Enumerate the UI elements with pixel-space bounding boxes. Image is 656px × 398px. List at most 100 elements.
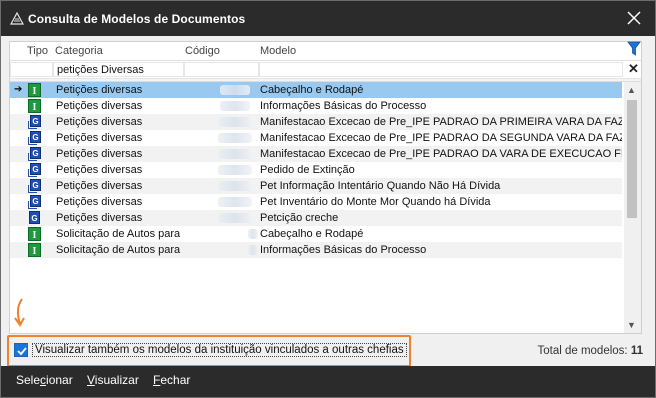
close-icon[interactable] xyxy=(625,9,643,27)
select-button[interactable]: Selecionar xyxy=(16,373,73,387)
svg-text:I: I xyxy=(33,230,37,241)
type-g-icon: G xyxy=(28,179,41,193)
table-row[interactable]: G Petições diversas Manifestacao Excecao… xyxy=(10,114,622,130)
dialog-body: Tipo Categoria Código Modelo petições Di… xyxy=(1,36,655,367)
row-categoria: Solicitação de Autos para xyxy=(56,244,181,256)
total-models: Total de modelos: 11 xyxy=(537,345,643,357)
checkmark-icon xyxy=(17,347,27,356)
svg-text:I: I xyxy=(33,86,37,97)
row-modelo: Pet Inventário do Monte Mor Quando há Dí… xyxy=(260,196,491,208)
grid-rows: ➔ I Petições diversas Cabeçalho e Rodapé… xyxy=(10,82,622,333)
svg-text:I: I xyxy=(33,246,37,257)
scroll-thumb[interactable] xyxy=(627,100,637,218)
row-modelo: Cabeçalho e Rodapé xyxy=(260,84,364,96)
view-button-label: isualizar xyxy=(94,373,139,387)
table-row[interactable]: G Petições diversas Manifestacao Excecao… xyxy=(10,130,622,146)
document-stack-icon xyxy=(10,12,24,25)
row-codigo-redacted xyxy=(218,197,252,207)
row-modelo: Petcição creche xyxy=(260,212,339,224)
row-categoria: Petições diversas xyxy=(56,164,143,176)
type-g-icon: G xyxy=(28,131,41,145)
row-modelo: Pet Informação Intentário Quando Não Há … xyxy=(260,180,501,192)
table-row[interactable]: I Solicitação de Autos para Cabeçalho e … xyxy=(10,226,622,242)
orange-arrow-down-icon xyxy=(14,298,25,327)
select-button-label-a: Sele xyxy=(16,373,41,387)
table-row[interactable]: ➔ I Petições diversas Cabeçalho e Rodapé xyxy=(10,82,622,98)
row-modelo: Informações Básicas do Processo xyxy=(260,244,427,256)
models-grid: Tipo Categoria Código Modelo petições Di… xyxy=(9,41,642,334)
type-i-icon: I xyxy=(28,99,41,113)
filter-codigo-input[interactable] xyxy=(184,62,259,77)
row-codigo-redacted xyxy=(218,213,252,223)
show-linked-models-label[interactable]: Visualizar também os modelos da institui… xyxy=(32,343,407,357)
row-modelo: Manifestacao Excecao de Pre_IPE PADRAO D… xyxy=(260,116,622,128)
row-codigo-redacted xyxy=(248,229,258,239)
row-categoria: Petições diversas xyxy=(56,116,143,128)
row-codigo-redacted xyxy=(220,85,250,95)
column-header-categoria[interactable]: Categoria xyxy=(55,45,103,57)
vertical-scrollbar[interactable]: ▲ ▼ xyxy=(624,82,641,333)
total-models-value: 11 xyxy=(630,345,643,357)
row-categoria: Petições diversas xyxy=(56,212,143,224)
close-button-label: echar xyxy=(160,373,191,387)
scroll-down-icon[interactable]: ▼ xyxy=(627,320,636,330)
row-codigo-redacted xyxy=(218,149,252,159)
svg-text:G: G xyxy=(32,181,38,190)
filter-funnel-icon[interactable] xyxy=(627,41,641,57)
column-header-codigo[interactable]: Código xyxy=(185,45,220,57)
svg-text:I: I xyxy=(33,102,37,113)
view-button[interactable]: Visualizar xyxy=(87,373,139,387)
scroll-up-icon[interactable]: ▲ xyxy=(627,85,636,95)
dialog-window: Consulta de Modelos de Documentos Tipo C… xyxy=(0,0,656,398)
filter-categoria-input[interactable]: petições Diversas xyxy=(53,62,184,77)
row-codigo-redacted xyxy=(218,117,252,127)
table-row[interactable]: G Petições diversas Pedido de Extinção xyxy=(10,162,622,178)
grid-tools: ✕ xyxy=(625,41,647,81)
row-categoria: Petições diversas xyxy=(56,84,143,96)
svg-text:G: G xyxy=(32,149,38,158)
clear-filter-icon[interactable]: ✕ xyxy=(628,61,639,77)
row-modelo: Pedido de Extinção xyxy=(260,164,355,176)
table-row[interactable]: G Petições diversas Manifestacao Excecao… xyxy=(10,146,622,162)
column-header-tipo[interactable]: Tipo xyxy=(27,45,48,57)
close-button[interactable]: Fechar xyxy=(153,373,190,387)
type-g-icon: G xyxy=(28,147,41,161)
row-categoria: Petições diversas xyxy=(56,100,143,112)
type-i-icon: I xyxy=(28,243,41,257)
row-categoria: Petições diversas xyxy=(56,148,143,160)
type-g-icon: G xyxy=(28,163,41,177)
row-modelo: Manifestacao Excecao de Pre_IPE PADRAO D… xyxy=(260,148,622,160)
type-i-icon: I xyxy=(28,227,41,241)
title-bar: Consulta de Modelos de Documentos xyxy=(1,1,655,36)
row-codigo-redacted xyxy=(218,181,252,191)
filter-modelo-input[interactable] xyxy=(259,62,623,77)
filter-tipo-cell[interactable] xyxy=(10,62,53,77)
action-bar: Selecionar Visualizar Fechar xyxy=(1,366,655,397)
svg-text:G: G xyxy=(32,133,38,142)
svg-text:G: G xyxy=(32,197,38,206)
grid-header: Tipo Categoria Código Modelo xyxy=(10,42,641,61)
row-codigo-redacted xyxy=(218,165,252,175)
show-linked-models-checkbox[interactable] xyxy=(14,343,28,357)
svg-text:G: G xyxy=(31,214,37,223)
row-modelo: Manifestacao Excecao de Pre_IPE PADRAO D… xyxy=(260,132,622,144)
window-title: Consulta de Modelos de Documentos xyxy=(28,12,246,26)
type-g-icon: G xyxy=(28,195,41,209)
svg-text:G: G xyxy=(32,165,38,174)
type-g-icon: G xyxy=(28,115,41,129)
row-codigo-redacted xyxy=(248,245,258,255)
table-row[interactable]: I Solicitação de Autos para Informações … xyxy=(10,242,622,258)
view-button-hotkey: V xyxy=(87,373,95,387)
total-models-label: Total de modelos: xyxy=(537,345,628,357)
table-row[interactable]: G Petições diversas Pet Informação Inten… xyxy=(10,178,622,194)
row-codigo-redacted xyxy=(220,101,250,111)
table-row[interactable]: G Petições diversas Pet Inventário do Mo… xyxy=(10,194,622,210)
row-categoria: Petições diversas xyxy=(56,196,143,208)
row-codigo-redacted xyxy=(218,133,252,143)
row-modelo: Informações Básicas do Processo xyxy=(260,100,427,112)
table-row[interactable]: I Petições diversas Informações Básicas … xyxy=(10,98,622,114)
arrow-right-icon: ➔ xyxy=(14,84,23,95)
column-header-modelo[interactable]: Modelo xyxy=(260,45,296,57)
svg-text:G: G xyxy=(32,117,38,126)
table-row[interactable]: G Petições diversas Petcição creche xyxy=(10,210,622,226)
